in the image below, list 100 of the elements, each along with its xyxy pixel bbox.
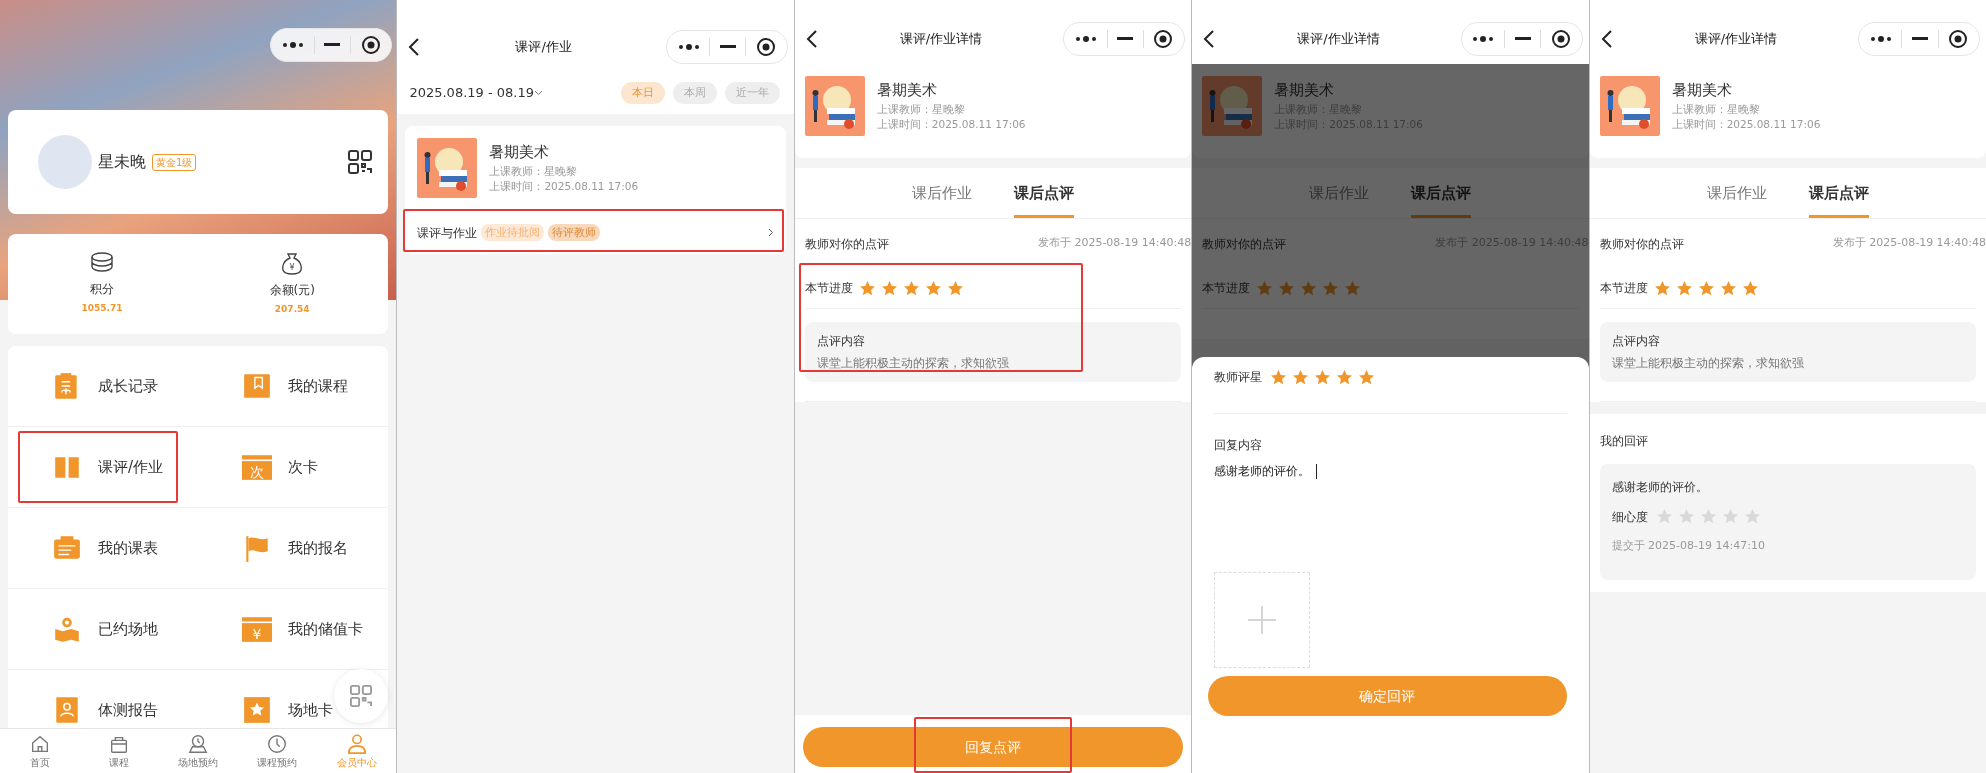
star-icon	[1270, 368, 1288, 386]
review-heading: 教师对你的点评	[1599, 235, 1684, 253]
close-target-icon[interactable]	[1550, 29, 1571, 49]
page-title: 课评/作业详情	[898, 30, 984, 49]
clock-icon	[266, 732, 289, 755]
close-target-icon[interactable]	[1153, 29, 1174, 49]
stat-label: 积分	[90, 281, 114, 299]
menu-item[interactable]: 成长记录	[98, 374, 158, 398]
course-title: 暑期美术	[489, 142, 551, 163]
user-name: 星未晚	[98, 151, 146, 173]
rating-label: 细心度	[1611, 508, 1648, 526]
more-icon[interactable]	[1869, 35, 1892, 43]
menu-item[interactable]: 已约场地	[98, 617, 158, 641]
tab-bar-item[interactable]: 场地预约	[158, 729, 238, 773]
star-icon	[946, 279, 964, 297]
comment-text: 课堂上能积极主动的探索，求知欲强	[816, 354, 1010, 372]
comment-text: 课堂上能积极主动的探索，求知欲强	[1611, 354, 1805, 372]
review-heading: 教师对你的点评	[1202, 235, 1287, 253]
minimize-icon[interactable]	[719, 45, 736, 49]
venue-icon	[187, 732, 210, 755]
progress-label: 本节进度	[1599, 280, 1648, 297]
date-range-picker[interactable]: 2025.08.19 - 08.19	[409, 83, 534, 103]
class-time-text: 上课时间：2025.08.11 17:06	[489, 179, 639, 195]
chevron-down-icon[interactable]	[534, 90, 543, 96]
page-title: 课评/作业详情	[1693, 30, 1778, 49]
reply-input-field[interactable]: 感谢老师的评价。	[1214, 462, 1573, 572]
status-tag: 作业待批阅	[481, 223, 545, 242]
teacher-text: 上课教师：星晚黎	[876, 101, 966, 117]
page-title: 课评/作业详情	[1296, 30, 1381, 49]
tab-bar-item[interactable]: 课程	[79, 729, 159, 773]
teacher-text: 上课教师：星晚黎	[489, 163, 579, 179]
more-icon[interactable]	[282, 41, 305, 49]
star-icon	[1697, 279, 1715, 297]
chevron-right-icon[interactable]	[767, 228, 774, 237]
star-icon	[1743, 508, 1761, 525]
reply-text: 感谢老师的评价。	[1611, 478, 1709, 496]
star-icon	[1675, 279, 1693, 297]
back-icon[interactable]	[407, 37, 422, 57]
menu-item[interactable]: 体测报告	[98, 698, 158, 722]
course-illustration-drawing	[417, 138, 478, 198]
more-icon[interactable]	[1075, 35, 1097, 43]
star-icon	[1699, 508, 1717, 525]
star-card-icon[interactable]	[242, 695, 273, 725]
minimize-icon[interactable]	[324, 43, 341, 47]
teacher-text: 上课教师：星晚黎	[1671, 101, 1761, 117]
star-icon	[1721, 508, 1739, 525]
minimize-icon[interactable]	[1912, 37, 1928, 41]
star-icon	[1358, 368, 1376, 386]
course-illustration-drawing	[804, 76, 865, 136]
menu-item[interactable]: 课评/作业	[98, 455, 164, 479]
qr-code-icon[interactable]	[348, 150, 373, 174]
star-icon	[858, 279, 876, 297]
plus-icon	[1247, 605, 1278, 635]
star-icon	[924, 279, 942, 297]
published-time: 发布于 2025-08-19 14:40:48	[1037, 235, 1192, 252]
close-target-icon[interactable]	[1948, 29, 1969, 49]
back-icon[interactable]	[804, 29, 819, 49]
close-target-icon[interactable]	[360, 35, 381, 55]
menu-item[interactable]: 我的储值卡	[288, 617, 364, 641]
star-icon	[1256, 279, 1274, 297]
stat-label: 余额(元)	[269, 282, 315, 300]
reply-heading: 我的回评	[1599, 432, 1649, 450]
star-icon	[1314, 368, 1332, 386]
tab[interactable]: 课后作业	[1706, 182, 1767, 218]
person-icon	[345, 732, 368, 755]
menu-item[interactable]: 我的课表	[98, 536, 158, 560]
course-illustration-drawing	[1202, 76, 1263, 136]
minimize-icon[interactable]	[1514, 37, 1531, 41]
menu-item[interactable]: 场地卡	[288, 698, 334, 722]
submitted-time: 提交于 2025-08-19 14:47:10	[1611, 537, 1766, 554]
menu-item[interactable]: 次卡	[288, 455, 319, 479]
star-icon	[1677, 508, 1695, 525]
star-icon	[1344, 279, 1362, 297]
comment-label: 点评内容	[1611, 332, 1661, 350]
star-icon	[1322, 279, 1340, 297]
avatar	[38, 135, 92, 189]
tab-bar-item[interactable]: 课程预约	[237, 729, 318, 773]
star-icon	[880, 279, 898, 297]
stat-value: 1055.71	[81, 302, 123, 316]
tab[interactable]: 课后作业	[912, 182, 972, 218]
star-icon	[1292, 368, 1310, 386]
more-icon[interactable]	[677, 43, 700, 51]
more-icon[interactable]	[1472, 35, 1495, 43]
back-icon[interactable]	[1202, 29, 1217, 49]
reply-label: 回复内容	[1214, 437, 1264, 454]
menu-item[interactable]: 我的课程	[288, 374, 349, 398]
page-title: 课评/作业	[514, 38, 573, 57]
comment-label: 点评内容	[816, 332, 866, 350]
star-icon	[1655, 508, 1673, 525]
progress-label: 本节进度	[1202, 280, 1251, 297]
tab-bar-item[interactable]: 首页	[0, 729, 80, 773]
progress-label: 本节进度	[804, 280, 853, 297]
back-icon[interactable]	[1599, 29, 1614, 49]
close-target-icon[interactable]	[756, 37, 776, 57]
course-illustration-drawing	[1599, 76, 1660, 136]
course-title: 暑期美术	[1671, 80, 1733, 101]
minimize-icon[interactable]	[1117, 37, 1134, 41]
review-heading: 教师对你的点评	[804, 235, 889, 253]
course-entry-link[interactable]: 课评与作业	[417, 223, 478, 242]
menu-item[interactable]: 我的报名	[288, 536, 349, 560]
